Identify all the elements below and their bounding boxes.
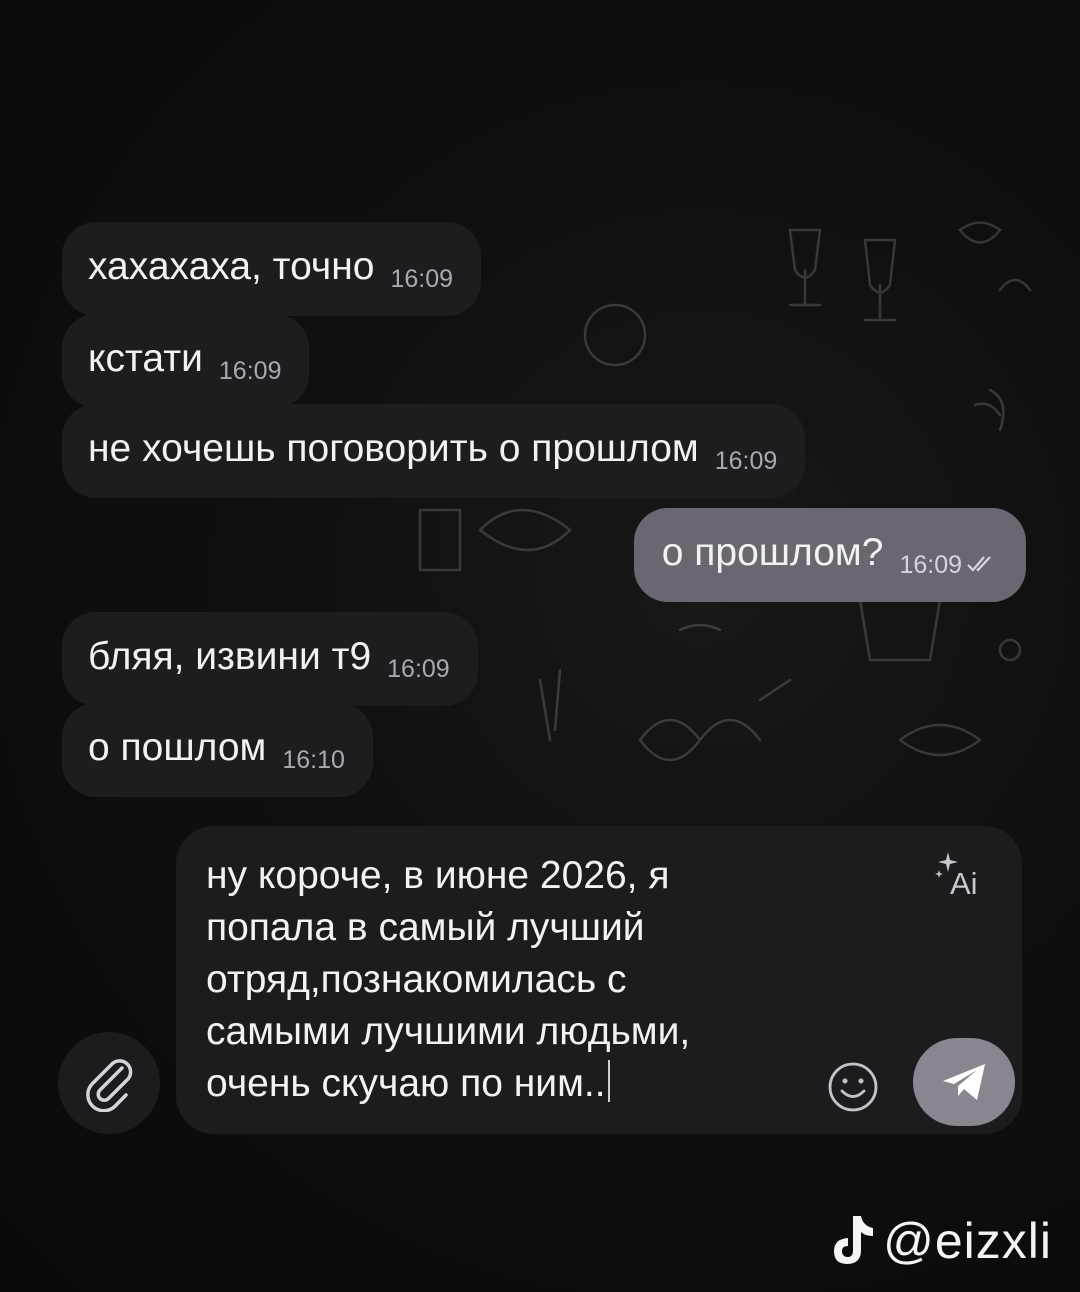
message-text: не хочешь поговорить о прошлом [88, 427, 699, 470]
text-caret [607, 1060, 610, 1102]
message-text: о пошлом [88, 726, 267, 769]
tiktok-icon [834, 1216, 874, 1264]
message-bubble-incoming[interactable]: о пошлом 16:10 [62, 703, 373, 797]
chat-screen: хахахаха, точно 16:09 кстати 16:09 не хоче… [0, 0, 1080, 1292]
ai-label: Ai [950, 866, 978, 901]
message-text: хахахаха, точно [88, 245, 375, 288]
watermark-handle: @eizxli [883, 1213, 1052, 1269]
smiley-icon [828, 1062, 878, 1112]
message-bubble-incoming[interactable]: не хочешь поговорить о прошлом 16:09 [62, 404, 806, 498]
message-bubble-outgoing[interactable]: о прошлом? 16:09 [633, 508, 1026, 602]
message-bubble-incoming[interactable]: кстати 16:09 [62, 314, 310, 408]
message-text: бляя, извини т9 [88, 635, 372, 678]
message-input-text: ну короче, в июне 2026, я попала в самый… [206, 854, 691, 1105]
ai-button[interactable]: Ai [934, 850, 994, 906]
watermark: @eizxli [831, 1212, 1052, 1270]
paperclip-icon [86, 1059, 133, 1112]
message-bubble-incoming[interactable]: хахахаха, точно 16:09 [62, 222, 482, 316]
message-text: кстати [88, 337, 203, 380]
message-composer[interactable]: ну короче, в июне 2026, я попала в самый… [176, 826, 1022, 1134]
read-checkmarks-icon [966, 539, 996, 583]
message-bubble-incoming[interactable]: бляя, извини т9 16:09 [62, 612, 478, 706]
message-input[interactable]: ну короче, в июне 2026, я попала в самый… [206, 850, 806, 1110]
attach-button[interactable] [58, 1032, 160, 1134]
send-button[interactable] [913, 1038, 1015, 1126]
paper-plane-icon [943, 1064, 985, 1100]
message-time: 16:09 [899, 551, 962, 579]
message-time: 16:09 [387, 655, 450, 683]
message-time: 16:10 [282, 746, 345, 774]
message-time: 16:09 [390, 265, 454, 293]
message-time: 16:09 [218, 357, 282, 385]
message-time: 16:09 [714, 447, 778, 475]
emoji-button[interactable] [826, 1060, 880, 1114]
message-text: о прошлом? [661, 531, 884, 574]
